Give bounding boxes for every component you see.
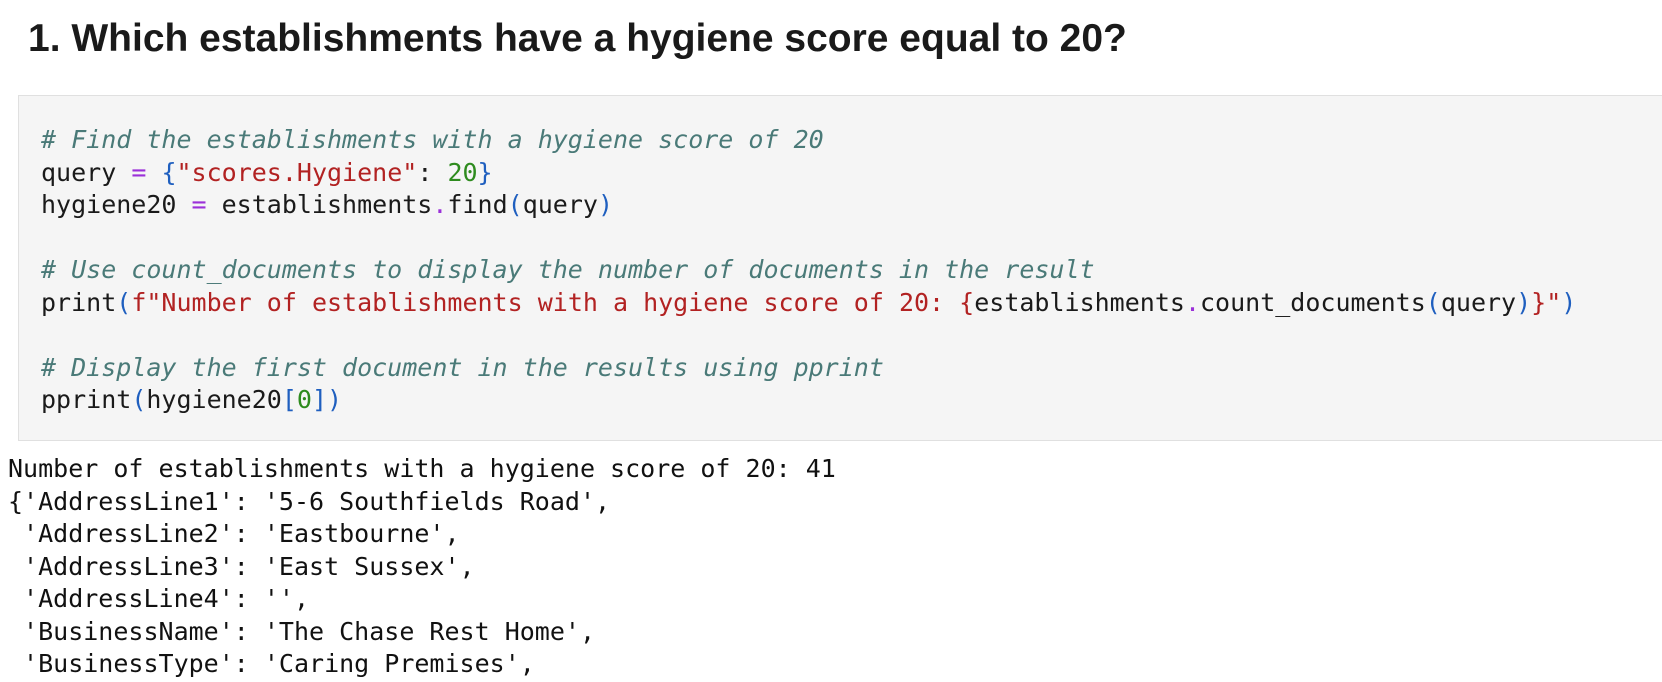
code-token: ) xyxy=(1561,287,1577,317)
output-line: 'BusinessName': 'The Chase Rest Home', xyxy=(8,616,595,646)
code-token: ( xyxy=(1425,287,1441,317)
code-token: count_documents xyxy=(1200,287,1426,317)
code-token: 20 xyxy=(447,157,478,187)
code-token: establishments xyxy=(974,287,1185,317)
code-line: print(f"Number of establishments with a … xyxy=(41,287,1576,320)
code-token: ( xyxy=(116,287,132,317)
code-token: 0 xyxy=(296,385,312,414)
code-token: ) xyxy=(1516,287,1532,317)
code-token: [ xyxy=(281,385,297,414)
code-token: pprint xyxy=(41,385,132,414)
code-token: print xyxy=(41,287,117,317)
code-token: query xyxy=(41,157,132,187)
code-token: { xyxy=(959,287,975,317)
code-token: = xyxy=(131,157,147,187)
code-line: # Display the first document in the resu… xyxy=(41,352,1576,385)
output-line: 'AddressLine3': 'East Sussex', xyxy=(8,551,475,581)
code-token: : xyxy=(417,157,448,187)
code-line: query = {"scores.Hygiene": 20} xyxy=(41,157,1576,190)
code-token: ( xyxy=(131,385,147,414)
code-token: f"Number of establishments with a hygien… xyxy=(131,287,960,317)
code-token: = xyxy=(191,190,207,219)
code-line: hygiene20 = establishments.find(query) xyxy=(41,189,1576,222)
output-line: 'AddressLine2': 'Eastbourne', xyxy=(8,519,460,548)
markdown-heading: 1. Which establishments have a hygiene s… xyxy=(28,17,1127,60)
code-token: query xyxy=(522,190,598,219)
output-line: {'AddressLine1': '5-6 Southfields Road', xyxy=(8,486,611,516)
output-line: Number of establishments with a hygiene … xyxy=(8,454,836,483)
output-line: 'BusinessType': 'Caring Premises', xyxy=(8,649,535,678)
output-line: 'AddressLine4': '', xyxy=(8,584,310,613)
code-token: find xyxy=(447,190,508,219)
cell-output: Number of establishments with a hygiene … xyxy=(8,453,836,681)
code-token: # Display the first document in the resu… xyxy=(41,352,884,382)
code-line: # Use count_documents to display the num… xyxy=(41,254,1576,287)
code-token: ( xyxy=(507,190,523,219)
code-token: hygiene20 xyxy=(41,190,192,219)
code-token: establishments xyxy=(206,190,433,219)
code-token: . xyxy=(432,190,448,219)
code-token: "scores.Hygiene" xyxy=(176,157,418,187)
code-token: . xyxy=(1184,287,1200,317)
code-token: hygiene20 xyxy=(146,385,282,414)
code-token: ) xyxy=(327,385,343,414)
code-line: pprint(hygiene20[0]) xyxy=(41,384,1576,417)
code-token: ) xyxy=(597,190,614,219)
code-line: # Find the establishments with a hygiene… xyxy=(41,124,1576,157)
code-token: } xyxy=(477,157,493,187)
code-editor[interactable]: # Find the establishments with a hygiene… xyxy=(41,124,1576,417)
code-token: # Find the establishments with a hygiene… xyxy=(41,125,824,154)
code-token: { xyxy=(161,157,177,187)
code-token: ] xyxy=(311,385,328,414)
code-token: query xyxy=(1440,287,1517,317)
code-token: # Use count_documents to display the num… xyxy=(41,255,1095,284)
code-token: }" xyxy=(1531,287,1562,317)
code-cell-input[interactable]: # Find the establishments with a hygiene… xyxy=(18,95,1662,441)
